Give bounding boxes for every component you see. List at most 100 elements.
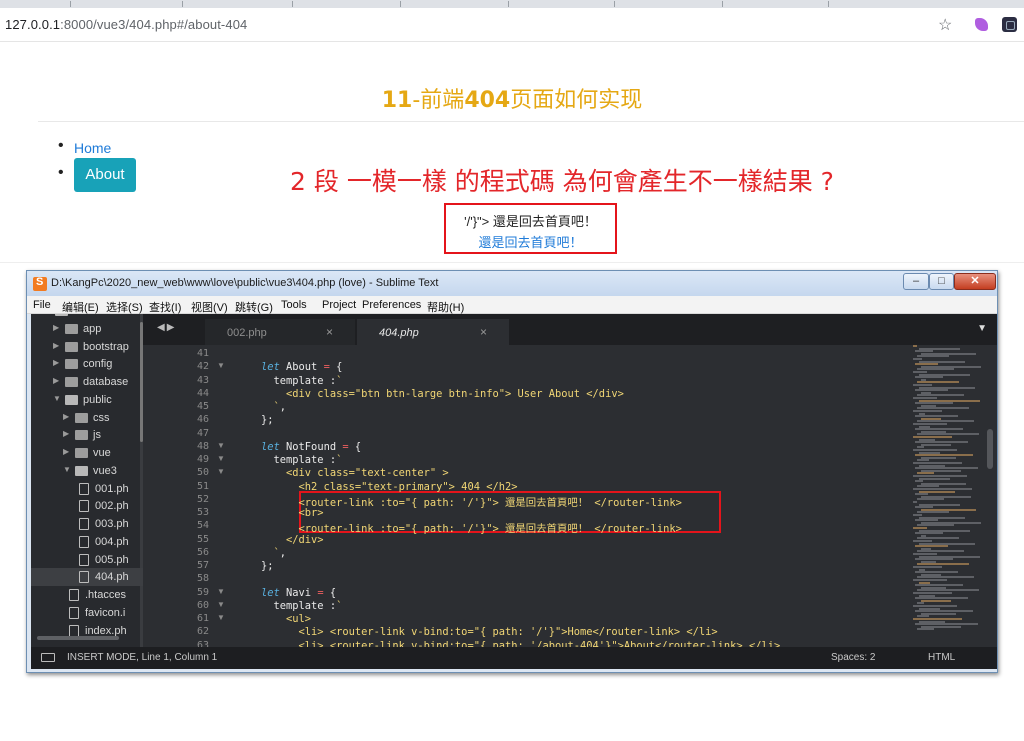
menu-item[interactable]: 跳转(G) <box>235 299 273 315</box>
tree-item[interactable]: ▼ vue3 <box>31 462 143 480</box>
menu-item[interactable]: 查找(I) <box>149 299 181 315</box>
fold-arrow-icon[interactable]: ▼ <box>217 467 225 476</box>
code-editor[interactable]: 41 42 ▼ let About = {43 template :` 44 <div … <box>143 345 997 647</box>
tree-item[interactable]: 004.ph <box>31 533 143 551</box>
expand-down-icon[interactable]: ▼ <box>53 394 61 403</box>
tree-item[interactable]: .htacces <box>31 586 143 604</box>
tree-item[interactable]: ▶ css <box>31 409 143 427</box>
line-number: 46 <box>196 414 209 426</box>
code-token: <li> <router-link v-bind:to="{ path: '/a… <box>261 639 781 648</box>
tab-002-php[interactable]: 002.php × <box>205 319 355 345</box>
code-line: <div class="text-center" > <box>261 467 449 480</box>
tree-item[interactable]: ▼ public <box>31 391 143 409</box>
fold-arrow-icon[interactable]: ▼ <box>217 361 225 370</box>
tree-item[interactable]: 002.ph <box>31 497 143 515</box>
line-number: 63 <box>196 639 209 648</box>
code-line: <br> <box>261 507 324 520</box>
menu-item[interactable]: Preferences <box>362 299 421 311</box>
tree-item[interactable]: 404.ph <box>31 568 143 587</box>
menu-item[interactable]: 帮助(H) <box>427 299 464 315</box>
tree-item[interactable]: ▶ database <box>31 373 143 391</box>
minimap-line <box>915 532 943 535</box>
code-token: <li> <router-link v-bind:to="{ path: '/'… <box>261 626 718 639</box>
expand-right-icon[interactable]: ▶ <box>53 341 59 350</box>
tree-item[interactable]: ▶ bootstrap <box>31 338 143 356</box>
expand-right-icon[interactable]: ▶ <box>53 376 59 385</box>
tree-item[interactable]: ▶ js <box>31 426 143 444</box>
address-bar[interactable]: 127.0.0.1:8000/vue3/404.php#/about-404 ☆ <box>0 8 1024 42</box>
menu-item[interactable]: Project <box>322 299 356 311</box>
menu-item[interactable]: 选择(S) <box>106 299 143 315</box>
code-line: let NotFound = { <box>261 441 361 454</box>
tab-separator <box>400 1 401 7</box>
expand-right-icon[interactable]: ▶ <box>63 429 69 438</box>
fold-arrow-icon[interactable]: ▼ <box>217 600 225 609</box>
code-line: template :` <box>261 599 343 613</box>
menu-item[interactable]: 视图(V) <box>191 299 228 315</box>
editor-scrollbar[interactable] <box>986 345 994 647</box>
status-bar: INSERT MODE, Line 1, Column 1 Spaces: 2 … <box>31 647 997 669</box>
tree-item[interactable]: 001.ph <box>31 480 143 498</box>
expand-right-icon[interactable]: ▶ <box>53 358 59 367</box>
tree-item-label: 005.ph <box>95 553 129 566</box>
nav-home-link[interactable]: Home <box>74 140 111 156</box>
line-number: 60 <box>196 599 209 611</box>
code-token: { <box>323 586 337 599</box>
url-field[interactable]: 127.0.0.1:8000/vue3/404.php#/about-404 <box>5 17 247 32</box>
status-indentation[interactable]: Spaces: 2 <box>831 652 875 663</box>
sidebar-hscroll-thumb[interactable] <box>37 636 119 640</box>
folder-icon <box>75 448 88 458</box>
folder-icon <box>65 394 78 405</box>
tab-close-icon[interactable]: × <box>480 325 487 339</box>
folder-icon <box>65 359 78 370</box>
tab-close-icon[interactable]: × <box>326 325 333 339</box>
maximize-button[interactable]: □ <box>929 273 954 290</box>
tree-item[interactable]: 003.ph <box>31 515 143 533</box>
menu-item[interactable]: File <box>33 299 51 311</box>
title-number: 404 <box>464 88 511 113</box>
tree-item-label: app <box>83 322 102 335</box>
expand-right-icon[interactable]: ▶ <box>63 447 69 456</box>
tree-item[interactable]: ▶ app <box>31 320 143 338</box>
tree-item[interactable]: 005.ph <box>31 551 143 569</box>
tree-item[interactable]: ▶ config <box>31 355 143 373</box>
menu-item[interactable]: 编辑(E) <box>62 299 99 315</box>
status-syntax[interactable]: HTML <box>928 652 955 663</box>
panel-toggle-icon[interactable] <box>41 653 55 662</box>
fold-arrow-icon[interactable]: ▼ <box>217 587 225 596</box>
extension-icon[interactable] <box>1002 17 1017 32</box>
fold-arrow-icon[interactable]: ▼ <box>217 613 225 622</box>
tab-nav-arrows-icon[interactable]: ◀▶ <box>157 322 176 333</box>
tree-item[interactable]: favicon.i <box>31 604 143 622</box>
minimap-line <box>913 345 917 347</box>
fold-arrow-icon[interactable]: ▼ <box>217 441 225 450</box>
expand-right-icon[interactable]: ▶ <box>53 323 59 332</box>
bookmark-star-icon[interactable]: ☆ <box>938 15 952 35</box>
code-token: template : <box>261 599 337 612</box>
expand-down-icon[interactable]: ▼ <box>63 465 71 474</box>
gutter-line: 49 ▼ <box>143 454 225 467</box>
expand-right-icon[interactable]: ▶ <box>63 412 69 421</box>
fold-arrow-icon[interactable]: ▼ <box>217 454 225 463</box>
close-button[interactable]: ✕ <box>954 273 996 290</box>
tree-item-label: css <box>93 411 110 424</box>
tab-404-php[interactable]: 404.php × <box>357 319 509 345</box>
home-link[interactable]: 還是回去首頁吧！ <box>446 232 615 251</box>
minimize-button[interactable]: – <box>903 273 929 290</box>
extension-icon[interactable] <box>975 18 988 31</box>
code-token: ` <box>336 374 343 387</box>
code-token: let <box>261 586 280 599</box>
sublime-titlebar: D:\KangPc\2020_new_web\www\love\public\v… <box>27 271 997 296</box>
code-line: }; <box>261 414 274 427</box>
tree-item[interactable]: ▶ vue <box>31 444 143 462</box>
code-token: <div class="btn btn-large btn-info"> Use… <box>261 387 624 400</box>
divider <box>38 121 1024 122</box>
minimap[interactable] <box>913 345 997 647</box>
tab-menu-icon[interactable]: ▼ <box>977 323 987 334</box>
code-line: <router-link :to="{ path: '/'}"> 還是回去首頁吧… <box>261 520 682 535</box>
menu-item[interactable]: Tools <box>281 299 307 311</box>
code-token: <h2 class="text-primary"> 404 </h2> <box>261 480 518 493</box>
minimap-line <box>915 376 943 379</box>
editor-scroll-thumb[interactable] <box>987 429 993 469</box>
line-number: 58 <box>196 573 209 585</box>
